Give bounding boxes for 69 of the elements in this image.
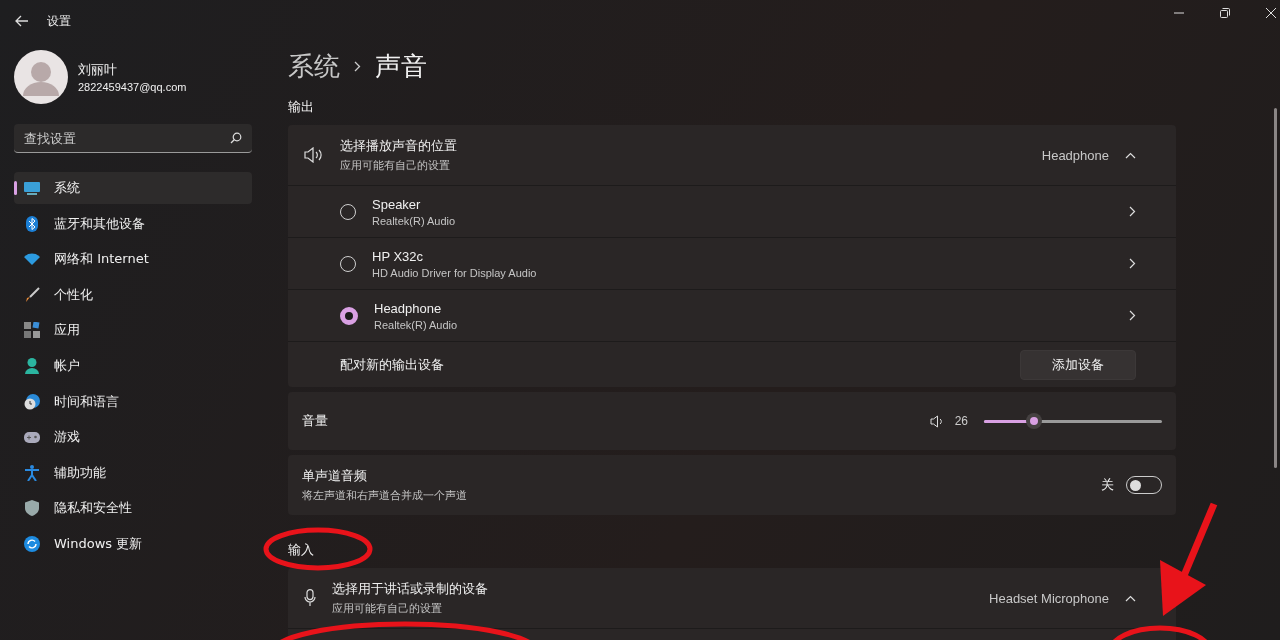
nav-item[interactable]: 系统 <box>14 172 252 204</box>
nav-item[interactable]: 应用 <box>14 314 252 347</box>
close-icon[interactable] <box>1266 8 1276 18</box>
avatar[interactable] <box>14 50 68 104</box>
add-device-button[interactable]: 添加设备 <box>1020 349 1136 380</box>
nav-item[interactable]: 个性化 <box>14 278 252 311</box>
breadcrumb-item[interactable]: 系统 <box>288 48 340 84</box>
restore-icon[interactable] <box>1220 8 1230 18</box>
nav-item[interactable]: 辅助功能 <box>14 456 252 489</box>
setting-title: 单声道音频 <box>302 467 368 485</box>
slider-thumb[interactable] <box>1026 413 1043 429</box>
microphone-icon <box>304 589 316 607</box>
current-device: Headphone <box>1041 147 1109 163</box>
speaker-icon[interactable] <box>929 414 943 428</box>
shield-icon <box>24 500 40 517</box>
volume-slider[interactable] <box>984 413 1162 429</box>
setting-title: 选择播放声音的位置 <box>340 137 458 155</box>
update-icon <box>24 535 40 552</box>
chevron-icon <box>354 60 361 72</box>
chevron-icon <box>1129 258 1136 269</box>
back-icon[interactable] <box>15 15 29 27</box>
device-driver: Realtek(R) Audio <box>374 318 459 331</box>
expander-header[interactable]: 选择播放声音的位置 应用可能有自己的设置 Headphone <box>288 125 1176 185</box>
wifi-icon <box>24 253 40 266</box>
device-name: Headphone <box>374 300 443 316</box>
nav-item[interactable]: 游戏 <box>14 421 252 454</box>
chevron-icon <box>1129 310 1136 321</box>
current-device: Headset Microphone <box>989 590 1109 606</box>
scrollbar[interactable] <box>1274 108 1277 468</box>
nav-item[interactable]: 网络和 Internet <box>14 243 252 276</box>
setting-subtitle: 应用可能有自己的设置 <box>340 158 451 173</box>
bluetooth-icon <box>24 215 40 232</box>
monitor-icon <box>24 181 40 195</box>
device-option[interactable]: Speaker Realtek(R) Audio <box>288 185 1176 237</box>
toggle-state: 关 <box>1101 476 1114 494</box>
device-option[interactable]: Headphone Realtek(R) Audio <box>288 289 1176 341</box>
user-email: 2822459437@qq.com <box>78 81 187 93</box>
device-driver: HD Audio Driver for Display Audio <box>372 266 538 279</box>
window-title: 设置 <box>47 12 71 30</box>
search-field[interactable]: 查找设置 <box>14 124 252 153</box>
nav-item[interactable]: Windows 更新 <box>14 527 252 560</box>
gamepad-icon <box>24 431 40 443</box>
device-driver: Realtek(R) Audio <box>372 214 457 227</box>
page-title: 声音 <box>375 49 427 83</box>
apps-icon <box>24 322 40 339</box>
nav-item[interactable]: 蓝牙和其他设备 <box>14 207 252 240</box>
clock-globe-icon <box>24 393 40 410</box>
section-heading: 输入 <box>288 541 315 559</box>
nav-item[interactable]: 帐户 <box>14 349 252 382</box>
accessibility-icon <box>24 464 40 481</box>
speaker-icon <box>304 147 324 163</box>
nav-item[interactable]: 时间和语言 <box>14 385 252 418</box>
setting-subtitle: 应用可能有自己的设置 <box>332 601 443 616</box>
radio-button[interactable] <box>340 306 358 325</box>
section-heading: 输出 <box>288 98 315 116</box>
device-name: Speaker <box>372 196 422 212</box>
person-icon <box>24 357 40 374</box>
pair-label: 配对新的输出设备 <box>340 355 444 374</box>
chevron-icon <box>1129 206 1136 217</box>
device-name: HP X32c <box>372 248 425 264</box>
setting-title: 音量 <box>302 412 329 430</box>
user-name: 刘丽叶 <box>78 61 118 79</box>
volume-reading: 26 <box>954 414 968 428</box>
setting-subtitle: 将左声道和右声道合并成一个声道 <box>302 488 468 503</box>
setting-title: 选择用于讲话或录制的设备 <box>332 580 489 598</box>
brush-icon <box>24 286 40 303</box>
search-icon[interactable] <box>230 132 242 144</box>
nav-item[interactable]: 隐私和安全性 <box>14 492 252 525</box>
device-option[interactable]: HP X32c HD Audio Driver for Display Audio <box>288 237 1176 289</box>
